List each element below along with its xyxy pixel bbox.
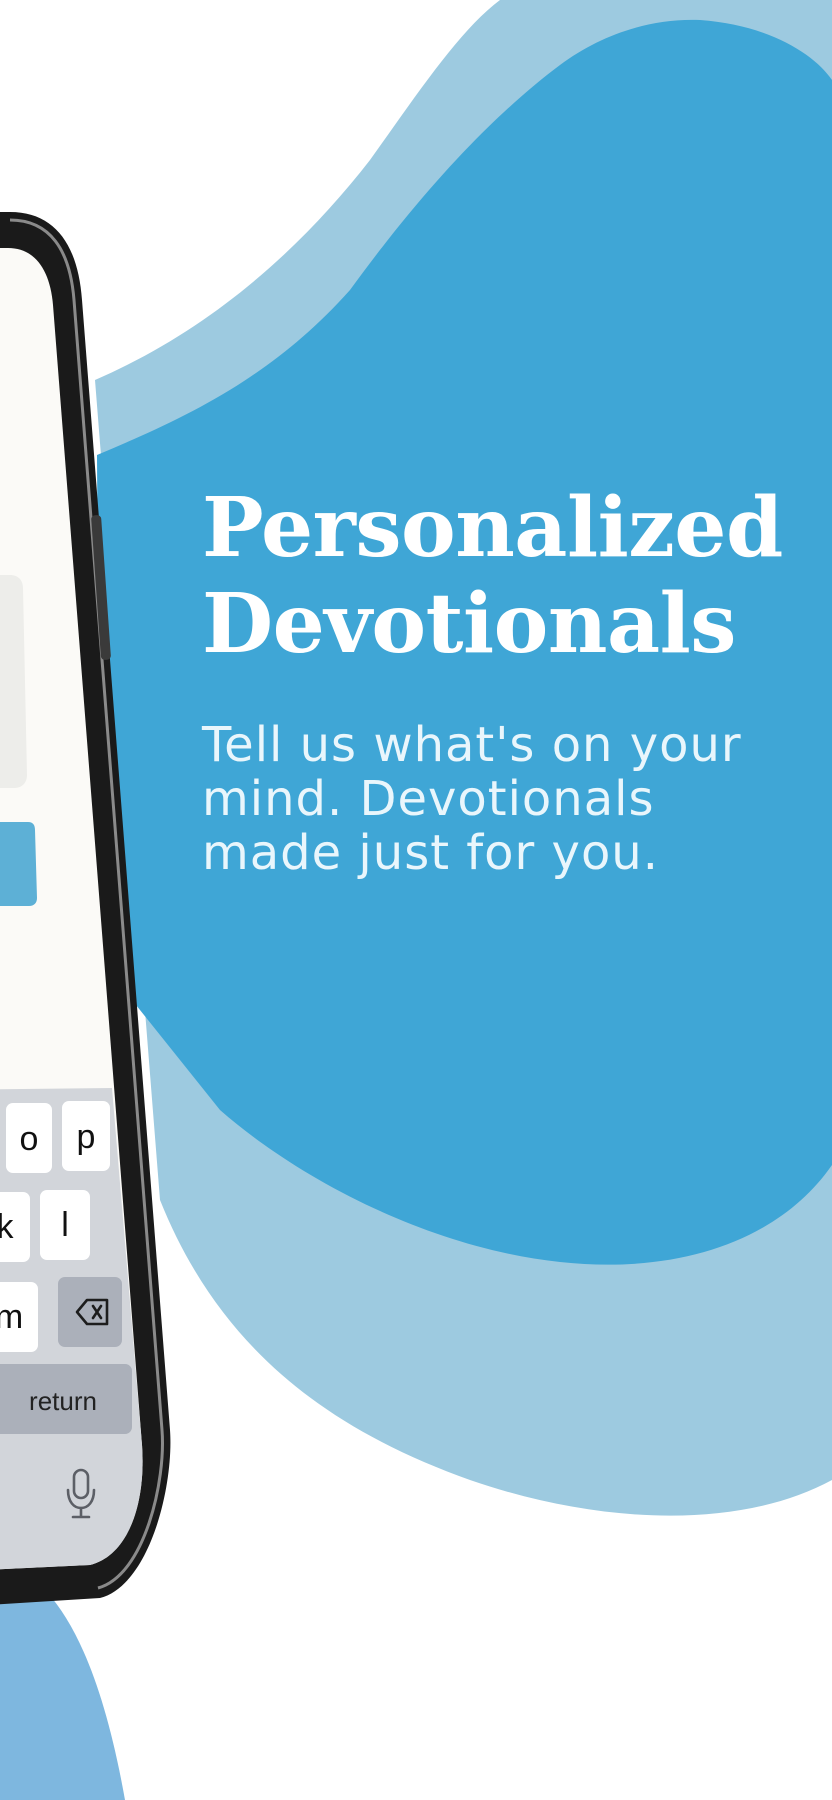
key-return-label: return bbox=[29, 1386, 97, 1416]
submit-button[interactable] bbox=[0, 822, 37, 906]
headline-line-2: Devotionals bbox=[202, 576, 736, 672]
key-m-label: m bbox=[0, 1298, 23, 1336]
app-store-screenshot: o p k l m return Personalized Devotional… bbox=[0, 0, 832, 1800]
subtext-line-2: mind. Devotionals bbox=[202, 771, 655, 827]
subtext-line-3: made just for you. bbox=[202, 825, 659, 881]
key-p-label: p bbox=[77, 1118, 96, 1156]
headline: Personalized Devotionals bbox=[202, 480, 812, 672]
key-k-label: k bbox=[0, 1208, 15, 1246]
key-o-label: o bbox=[20, 1120, 39, 1158]
key-delete[interactable] bbox=[58, 1277, 122, 1347]
subtext-line-1: Tell us what's on your bbox=[202, 717, 742, 773]
background-art: o p k l m return bbox=[0, 0, 832, 1800]
headline-line-1: Personalized bbox=[202, 480, 783, 576]
subtext: Tell us what's on your mind. Devotionals… bbox=[202, 718, 812, 880]
key-l-label: l bbox=[61, 1206, 69, 1244]
text-input-area bbox=[0, 575, 27, 788]
